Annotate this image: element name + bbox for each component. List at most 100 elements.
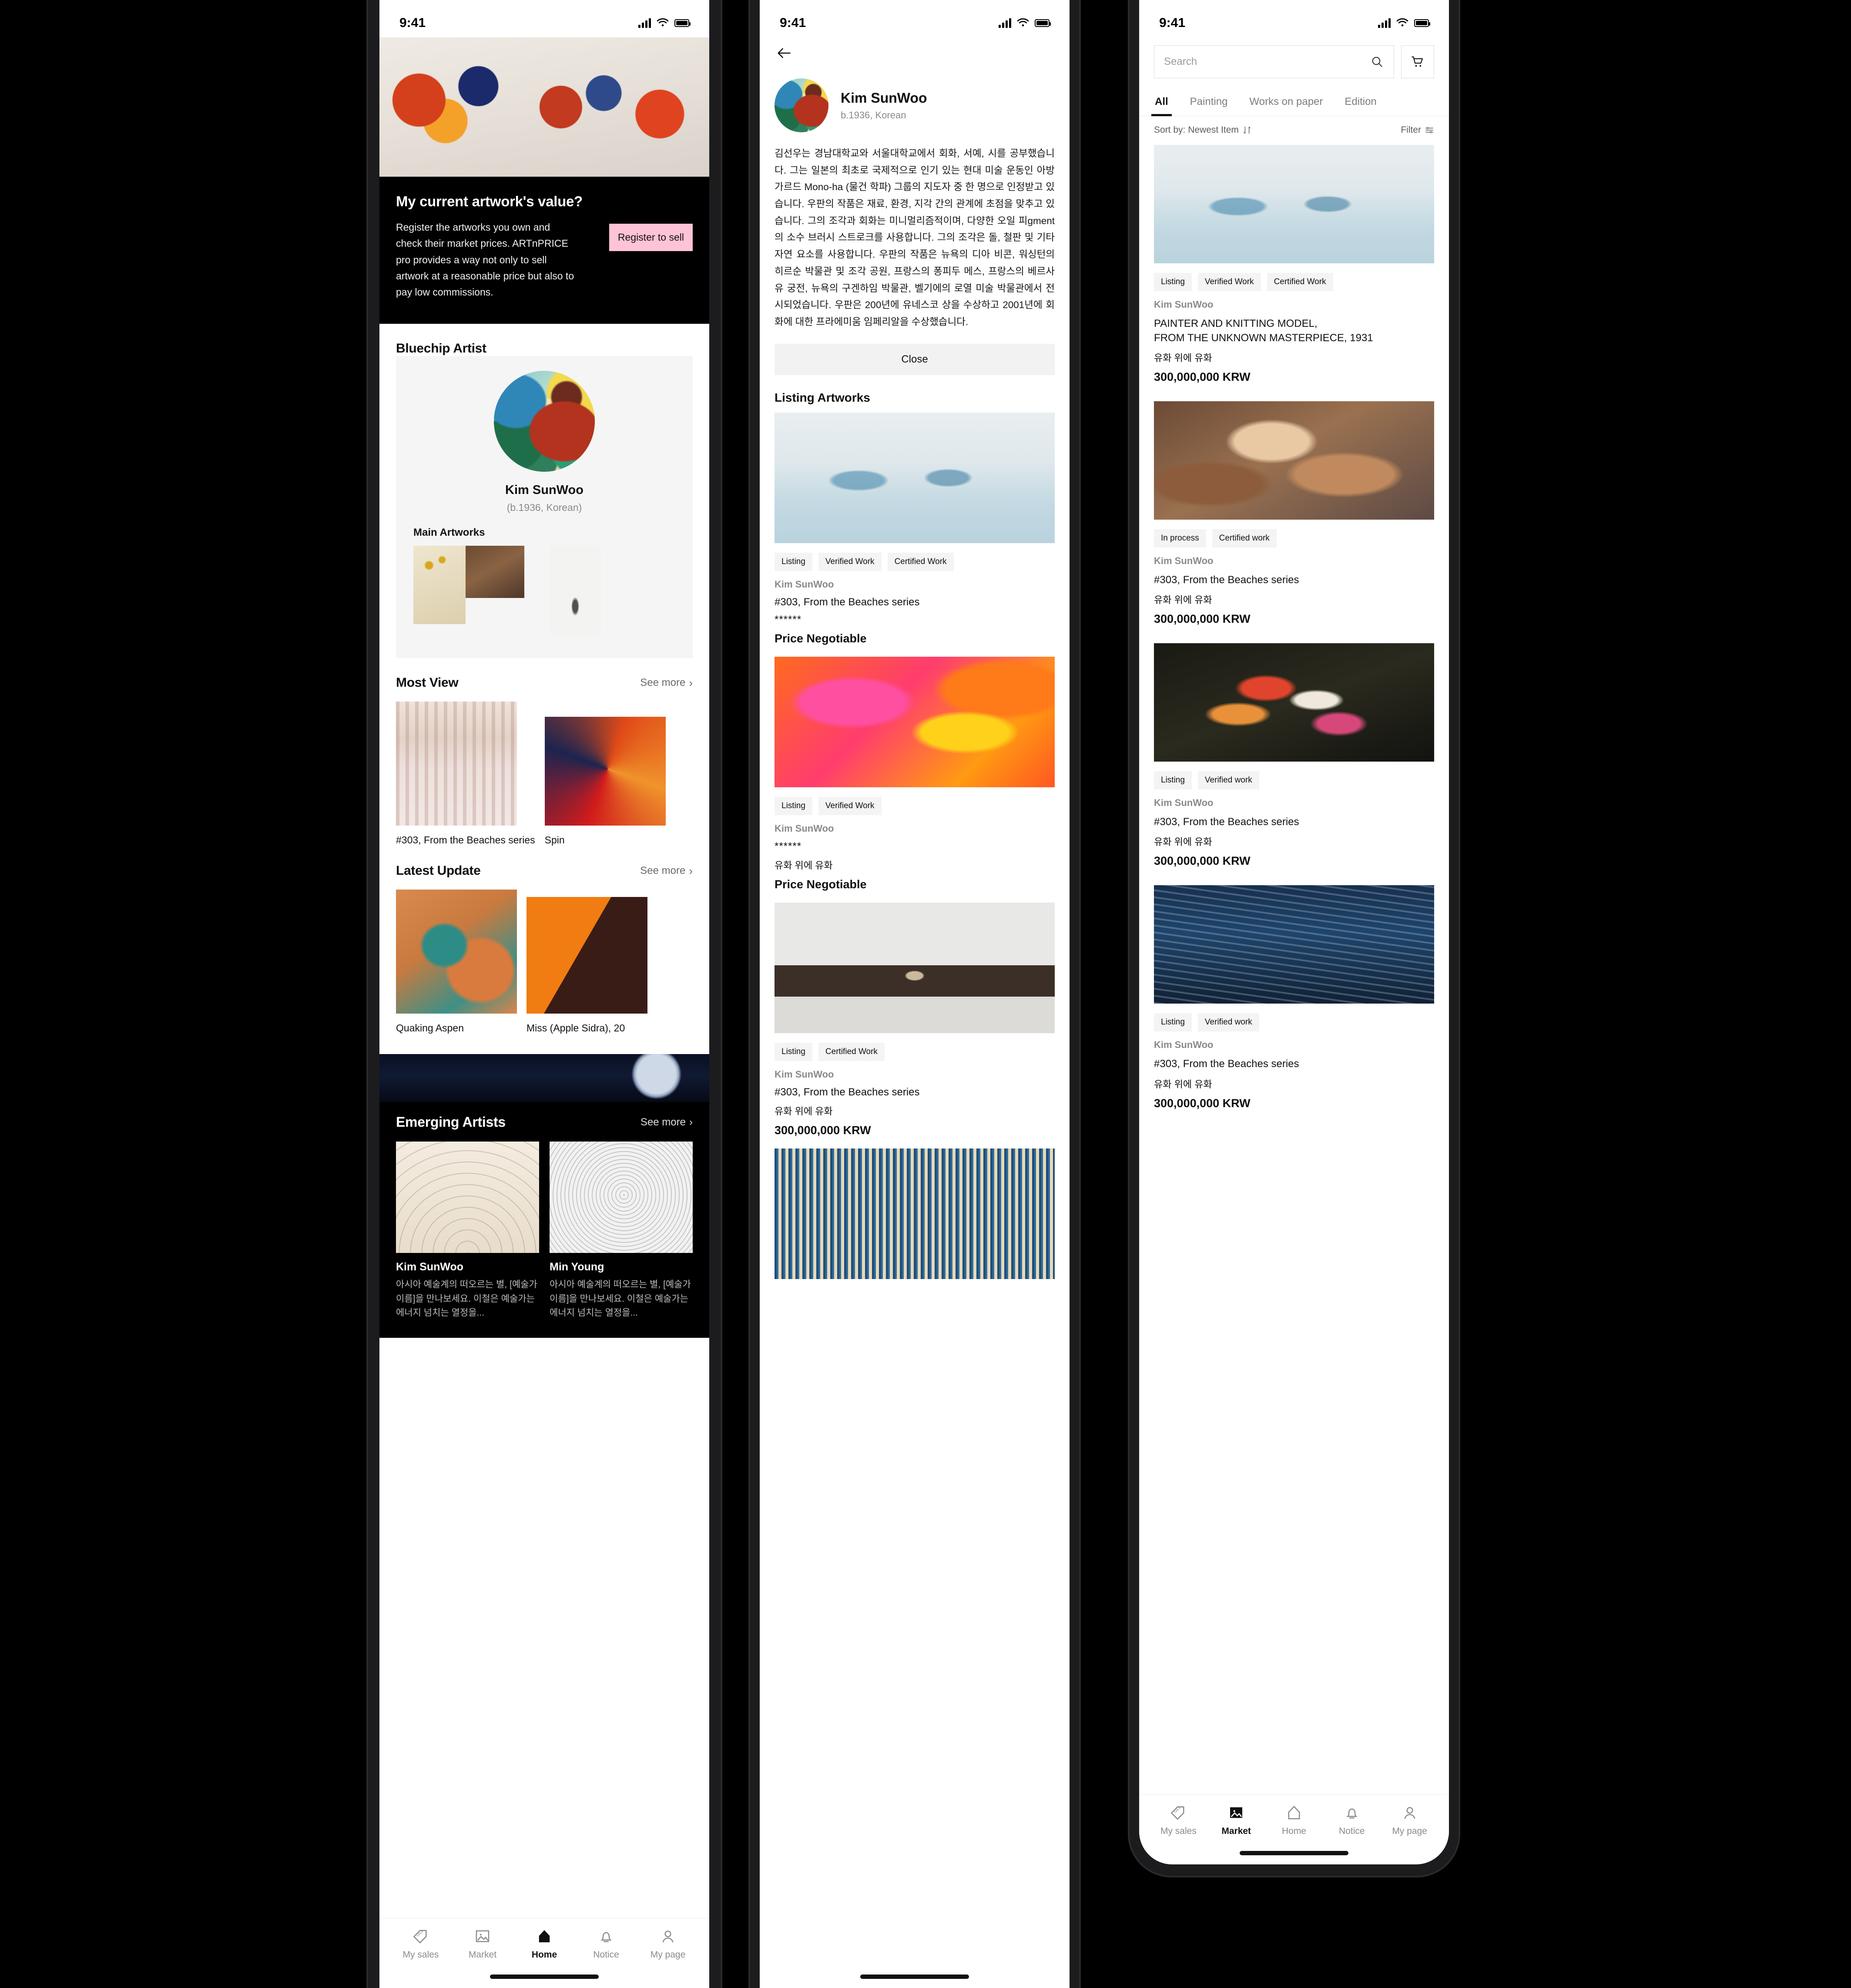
status-time: 9:41 bbox=[399, 16, 426, 30]
market-card[interactable]: Listing Verified work Kim SunWoo #303, F… bbox=[1139, 885, 1449, 1127]
status-badge: Certified work bbox=[1212, 529, 1277, 548]
emerging-artist-desc: 아시아 예술계의 떠오르는 별, [예술가 이름]을 만나보세요. 이철은 예술… bbox=[396, 1279, 537, 1318]
card-artist: Kim SunWoo bbox=[1154, 797, 1214, 809]
artwork-card[interactable]: Spin bbox=[544, 702, 666, 846]
market-card[interactable]: Listing Verified Work Certified Work Kim… bbox=[1139, 145, 1449, 401]
search-icon[interactable] bbox=[1370, 54, 1384, 69]
tab-painting[interactable]: Painting bbox=[1189, 88, 1229, 116]
wifi-icon bbox=[657, 18, 669, 27]
latest-update-see-more[interactable]: See more › bbox=[640, 864, 693, 878]
main-artworks-thumbnails bbox=[413, 546, 675, 637]
status-badge: In process bbox=[1154, 529, 1206, 548]
tab-my-page[interactable]: My page bbox=[637, 1927, 699, 1960]
artist-name: Kim SunWoo bbox=[841, 90, 927, 106]
status-bar: 9:41 bbox=[379, 0, 709, 37]
image-icon bbox=[1230, 1807, 1243, 1818]
card-artist: Kim SunWoo bbox=[1154, 1039, 1214, 1051]
back-button[interactable] bbox=[775, 44, 794, 63]
badge-group: Listing Verified Work Certified Work bbox=[775, 552, 1055, 571]
bottom-tabbar[interactable]: SALE My sales Market Home Notice My page bbox=[379, 1918, 709, 1965]
bluechip-section-header: Bluechip Artist bbox=[379, 324, 709, 356]
tab-home[interactable]: Home bbox=[1265, 1803, 1323, 1837]
market-card[interactable]: In process Certified work Kim SunWoo #30… bbox=[1139, 401, 1449, 643]
market-card[interactable]: Listing Verified work Kim SunWoo #303, F… bbox=[1139, 643, 1449, 885]
listing-price: Price Negotiable bbox=[775, 631, 867, 645]
status-badge: Verified Work bbox=[1197, 273, 1261, 291]
tab-label: Home bbox=[531, 1950, 557, 1960]
home-indicator bbox=[1139, 1842, 1449, 1864]
tab-edition[interactable]: Edition bbox=[1344, 88, 1377, 116]
emerging-artist-card[interactable]: Kim SunWoo 아시아 예술계의 떠오르는 별, [예술가 이름]을 만나… bbox=[396, 1142, 539, 1320]
tab-label: My sales bbox=[402, 1950, 439, 1960]
cellular-signal-icon bbox=[1378, 18, 1391, 28]
bell-icon bbox=[600, 1932, 612, 1942]
listing-artist: Kim SunWoo bbox=[775, 823, 834, 834]
most-view-carousel[interactable]: #303, From the Beaches series Spin bbox=[379, 702, 709, 846]
artwork-card[interactable]: Quaking Aspen bbox=[396, 890, 517, 1034]
artist-biography: 김선우는 경남대학교와 서울대학교에서 회화, 서예, 시를 공부했습니다. 그… bbox=[775, 148, 1055, 327]
bell-icon bbox=[1346, 1808, 1358, 1819]
cart-icon bbox=[1412, 56, 1423, 67]
sort-control[interactable]: Sort by: Newest Item bbox=[1154, 125, 1252, 135]
hero-gallery-image bbox=[379, 37, 709, 177]
artist-birth-nationality: b.1936, Korean bbox=[841, 109, 906, 121]
tab-market[interactable]: Market bbox=[452, 1927, 513, 1960]
card-medium: 유화 위에 유화 bbox=[1154, 1078, 1212, 1090]
emerging-see-more[interactable]: See more › bbox=[640, 1116, 693, 1128]
artwork-thumb[interactable] bbox=[466, 546, 524, 598]
card-title: #303, From the Beaches series bbox=[1154, 574, 1299, 586]
artwork-image bbox=[775, 902, 1055, 1033]
bottom-tabbar[interactable]: SALE My sales Market Home Notice My page bbox=[1139, 1794, 1449, 1842]
status-indicators bbox=[999, 18, 1051, 28]
tab-market[interactable]: Market bbox=[1207, 1803, 1265, 1837]
badge-group: Listing Verified work bbox=[1154, 771, 1434, 790]
close-button[interactable]: Close bbox=[775, 343, 1055, 375]
emerging-artist-name: Min Young bbox=[550, 1261, 604, 1273]
card-medium: 유화 위에 유화 bbox=[1154, 836, 1212, 848]
listing-card[interactable]: Listing Verified Work Kim SunWoo ****** … bbox=[760, 656, 1070, 903]
tab-notice[interactable]: Notice bbox=[575, 1927, 637, 1960]
tab-all[interactable]: All bbox=[1151, 88, 1172, 116]
card-price: 300,000,000 KRW bbox=[1154, 1096, 1251, 1110]
promo-headline: My current artwork's value? bbox=[396, 193, 583, 209]
artwork-thumb[interactable] bbox=[413, 546, 466, 625]
person-icon bbox=[662, 1931, 674, 1943]
register-to-sell-button[interactable]: Register to sell bbox=[609, 224, 693, 251]
status-badge: Certified Work bbox=[818, 1042, 885, 1061]
home-icon bbox=[1288, 1806, 1300, 1820]
svg-text:SALE: SALE bbox=[1173, 1805, 1182, 1814]
tab-my-sales[interactable]: SALE My sales bbox=[390, 1927, 452, 1960]
home-icon bbox=[539, 1930, 550, 1942]
search-input[interactable] bbox=[1164, 56, 1371, 68]
tab-notice[interactable]: Notice bbox=[1323, 1803, 1381, 1837]
search-box[interactable] bbox=[1154, 45, 1394, 78]
tab-home[interactable]: Home bbox=[513, 1927, 575, 1960]
see-more-label: See more bbox=[640, 677, 686, 689]
artwork-image bbox=[775, 412, 1055, 543]
tab-works-on-paper[interactable]: Works on paper bbox=[1248, 88, 1324, 116]
artwork-thumb[interactable] bbox=[550, 546, 601, 635]
filter-control[interactable]: Filter bbox=[1401, 125, 1434, 135]
listing-card[interactable] bbox=[760, 1148, 1070, 1290]
phone-artist-detail: 9:41 Kim SunWoo b.1936, Korean 김선우는 경남대학… bbox=[750, 0, 1079, 1988]
latest-update-carousel[interactable]: Quaking Aspen Miss (Apple Sidra), 20 bbox=[379, 890, 709, 1034]
most-view-see-more[interactable]: See more › bbox=[640, 676, 693, 690]
chevron-right-icon: › bbox=[689, 864, 693, 877]
artwork-card[interactable]: #303, From the Beaches series bbox=[396, 702, 535, 846]
status-badge: Verified Work bbox=[818, 552, 882, 571]
listing-artist: Kim SunWoo bbox=[775, 1068, 834, 1080]
chevron-right-icon: › bbox=[689, 676, 693, 689]
category-tabs[interactable]: All Painting Works on paper Edition bbox=[1139, 88, 1449, 116]
tab-my-sales[interactable]: SALE My sales bbox=[1150, 1803, 1207, 1837]
listing-card[interactable]: Listing Verified Work Certified Work Kim… bbox=[760, 412, 1070, 657]
artwork-card[interactable]: Miss (Apple Sidra), 20 bbox=[526, 890, 647, 1034]
cart-button[interactable] bbox=[1401, 45, 1434, 78]
emerging-artist-card[interactable]: Min Young 아시아 예술계의 떠오르는 별, [예술가 이름]을 만나보… bbox=[550, 1142, 693, 1320]
status-indicators bbox=[1378, 18, 1430, 28]
card-price: 300,000,000 KRW bbox=[1154, 854, 1251, 868]
listing-artworks-title: Listing Artworks bbox=[775, 390, 870, 404]
status-badge: Listing bbox=[1154, 771, 1192, 790]
tab-my-page[interactable]: My page bbox=[1381, 1803, 1439, 1837]
bluechip-artist-card[interactable]: Kim SunWoo (b.1936, Korean) Main Artwork… bbox=[396, 356, 693, 658]
listing-card[interactable]: Listing Certified Work Kim SunWoo #303, … bbox=[760, 902, 1070, 1148]
